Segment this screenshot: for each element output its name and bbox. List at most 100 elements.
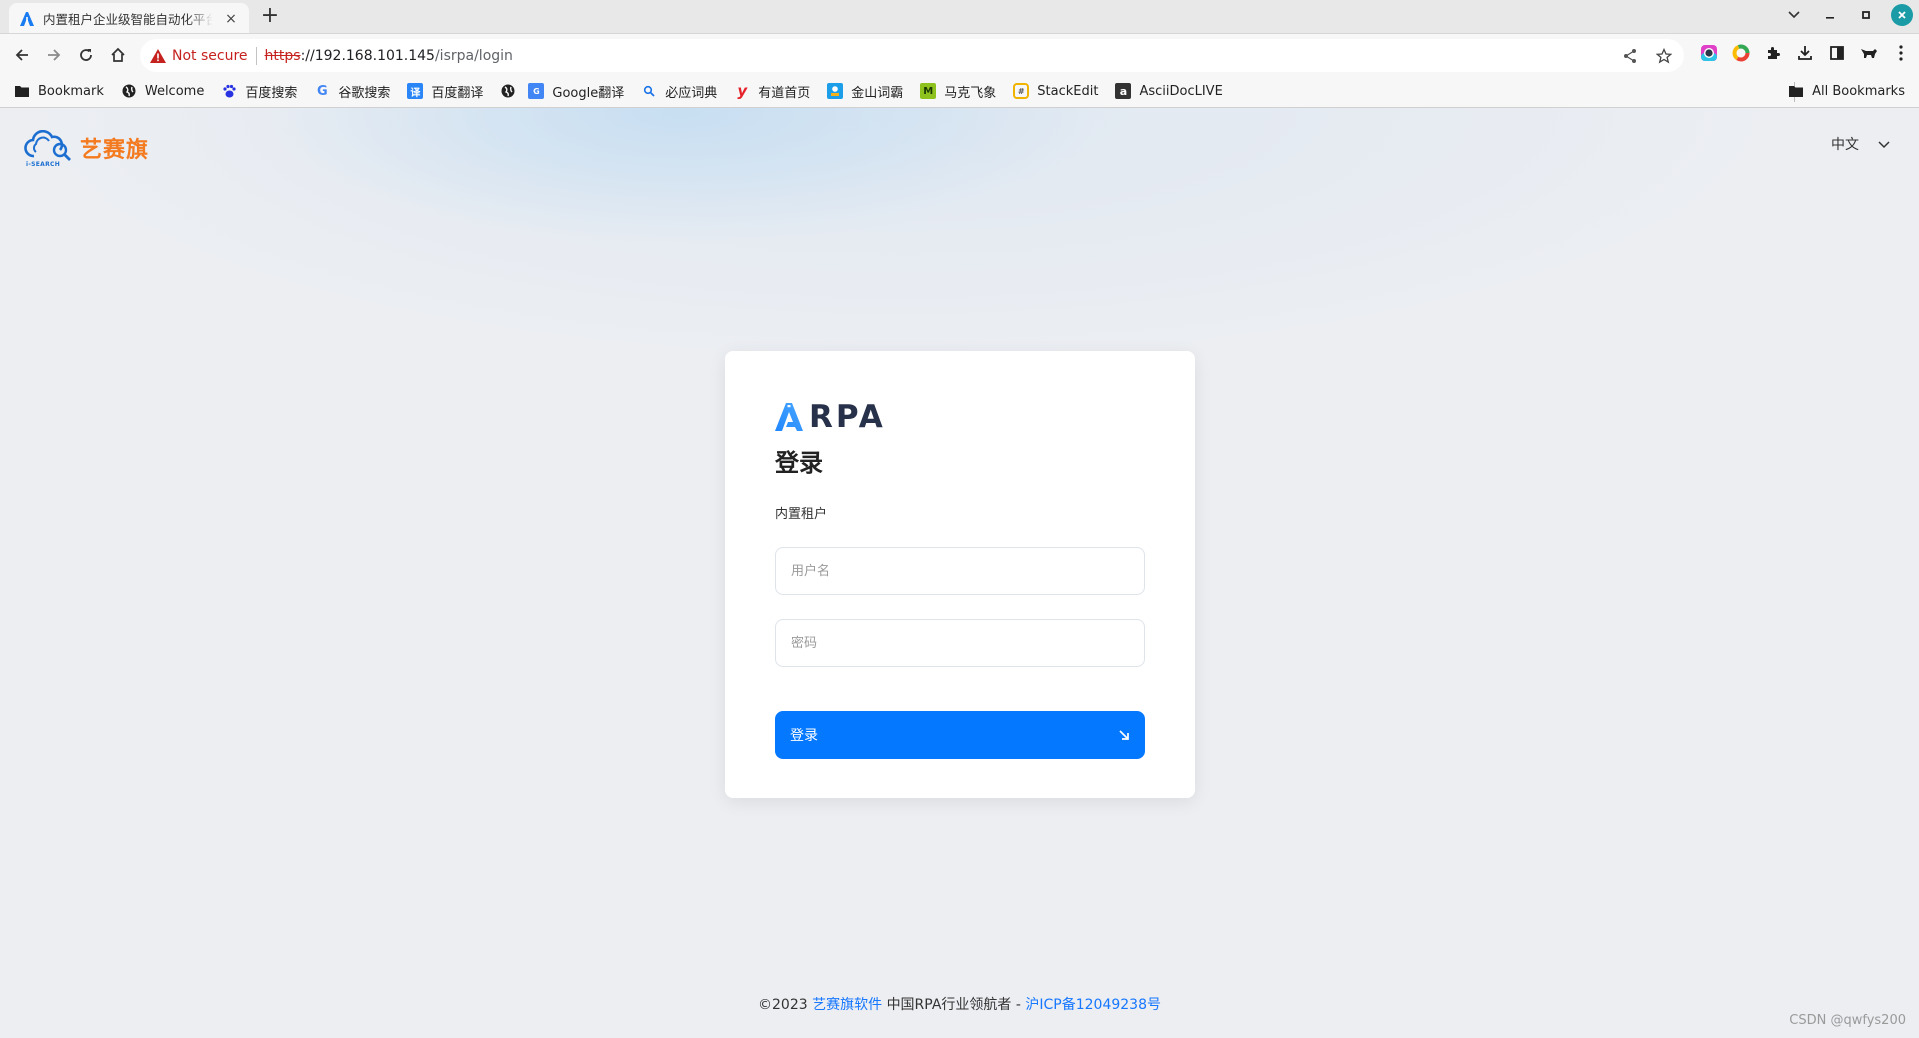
warning-triangle-icon[interactable] [150,48,166,64]
color-picker-extension-icon[interactable] [1699,43,1719,63]
window-controls [1783,4,1913,26]
bookmark-label: 百度搜索 [245,85,298,101]
omnibox-actions [1620,46,1674,66]
slogan-text: 中国RPA行业领航者 - [886,997,1021,1013]
bookmarks-bar: Bookmark Welcome 百度搜索 G 谷歌搜索 译 百度翻译 G Go… [0,75,1919,108]
rpa-logo-mark-icon [775,403,803,431]
footer: ©2023 艺赛旗软件 中国RPA行业领航者 - 沪ICP备12049238号 [0,994,1919,1014]
url-text[interactable]: https://192.168.101.145/isrpa/login [265,48,513,64]
icp-link[interactable]: 沪ICP备12049238号 [1025,997,1161,1013]
new-tab-button[interactable]: + [258,5,282,29]
url-path: /isrpa/login [434,47,513,64]
username-input[interactable] [775,547,1145,595]
tab-strip: 内置租户企业级智能自动化平台 × + [0,0,1919,34]
forward-arrow-icon[interactable] [42,43,66,67]
bing-search-icon [641,83,657,99]
cloud-search-logo-icon: i-SEARCH [24,129,74,168]
reload-icon[interactable] [74,43,98,67]
bookmark-label: 有道首页 [758,85,811,101]
bookmark-label: StackEdit [1037,83,1099,99]
bookmark-item[interactable]: Bookmark [14,83,104,99]
bookmark-item[interactable]: 金山词霸 [827,82,903,101]
side-panel-icon[interactable] [1827,43,1847,63]
address-bar[interactable]: Not secure https://192.168.101.145/isrpa… [140,39,1684,72]
bookmark-label: Google翻译 [552,85,625,101]
login-title: 登录 [775,449,823,477]
globe-icon [121,83,137,99]
chevron-down-icon [1877,137,1891,151]
brand-subtitle: i-SEARCH [26,161,61,168]
extensions-puzzle-icon[interactable] [1763,43,1783,63]
tenant-label: 内置租户 [775,507,828,522]
rpa-favicon-icon [19,11,35,27]
login-button[interactable]: 登录 [775,711,1145,759]
rpa-logo-text: RPA [809,399,886,435]
bookmark-item[interactable]: M 马克飞象 [920,82,996,101]
copyright-text: ©2023 [758,997,808,1013]
bookmark-label: 必应词典 [665,85,718,101]
bookmark-label: Welcome [144,83,205,99]
close-window-button[interactable] [1891,4,1913,26]
profile-animal-icon[interactable] [1859,43,1879,63]
company-link[interactable]: 艺赛旗软件 [812,997,882,1013]
login-card: RPA 登录 内置租户 登录 [725,351,1195,798]
share-icon[interactable] [1620,46,1640,66]
bookmark-label: Bookmark [38,83,104,99]
google-translate-icon: G [528,83,545,99]
browser-tab-active[interactable]: 内置租户企业级智能自动化平台 × [9,3,249,34]
browser-menu-icon[interactable] [1891,43,1911,63]
tab-close-icon[interactable]: × [223,11,239,27]
browser-toolbar: Not secure https://192.168.101.145/isrpa… [0,33,1919,75]
google-icon: G [317,83,328,99]
language-selector[interactable]: 中文 [1831,134,1891,154]
bookmark-label: AsciiDocLIVE [1139,83,1223,99]
login-page: i-SEARCH 艺赛旗 中文 RPA 登录 内置租户 登录 [0,108,1919,1038]
folder-icon [1788,83,1804,99]
tab-title: 内置租户企业级智能自动化平台 [43,12,213,27]
iciba-icon [827,83,844,99]
bookmark-item[interactable]: G 谷歌搜索 [314,82,390,101]
brand-logo[interactable]: i-SEARCH 艺赛旗 [24,129,150,168]
bookmark-item[interactable]: Welcome [121,83,204,99]
omnibox-separator [255,46,257,65]
password-input[interactable] [775,619,1145,667]
youdao-icon: y [737,82,748,100]
all-bookmarks-label: All Bookmarks [1812,83,1905,99]
extension-icons [1699,43,1911,63]
bookmark-item[interactable] [500,83,516,99]
bookmark-label: 百度翻译 [431,85,484,101]
globe-icon [500,83,516,99]
bookmark-label: 马克飞象 [944,85,997,101]
bookmark-label: 金山词霸 [851,85,904,101]
folder-icon [14,83,30,99]
home-icon[interactable] [106,43,130,67]
bookmark-item[interactable]: 百度搜索 [221,82,297,101]
bookmark-item[interactable]: a AsciiDocLIVE [1115,83,1223,99]
bookmark-item[interactable]: G Google翻译 [528,82,624,101]
bookmark-star-icon[interactable] [1654,46,1674,66]
language-label: 中文 [1831,137,1859,153]
asciidoc-icon: a [1115,83,1132,99]
back-arrow-icon[interactable] [10,43,34,67]
tab-search-chevron-icon[interactable] [1783,4,1805,26]
bookmark-item[interactable]: # StackEdit [1013,83,1098,99]
rpa-logo: RPA [775,399,886,435]
url-host: ://192.168.101.145 [300,47,435,64]
not-secure-label[interactable]: Not secure [172,48,248,64]
csdn-watermark: CSDN @qwfys200 [1789,1013,1906,1028]
arrow-down-right-icon [1118,729,1130,741]
maximize-button[interactable] [1855,4,1877,26]
stackedit-icon: # [1013,83,1030,99]
url-scheme: https [264,47,301,64]
chrome-ring-extension-icon[interactable] [1731,43,1751,63]
all-bookmarks-button[interactable]: All Bookmarks [1788,83,1905,99]
maxiang-icon: M [920,83,937,99]
download-icon[interactable] [1795,43,1815,63]
bookmark-item[interactable]: 译 百度翻译 [407,82,483,101]
baidu-translate-icon: 译 [407,83,424,99]
bookmark-item[interactable]: 必应词典 [641,82,717,101]
baidu-paw-icon [221,83,237,99]
minimize-button[interactable] [1819,4,1841,26]
bookmark-item[interactable]: y 有道首页 [734,82,810,101]
brand-name: 艺赛旗 [80,138,150,163]
